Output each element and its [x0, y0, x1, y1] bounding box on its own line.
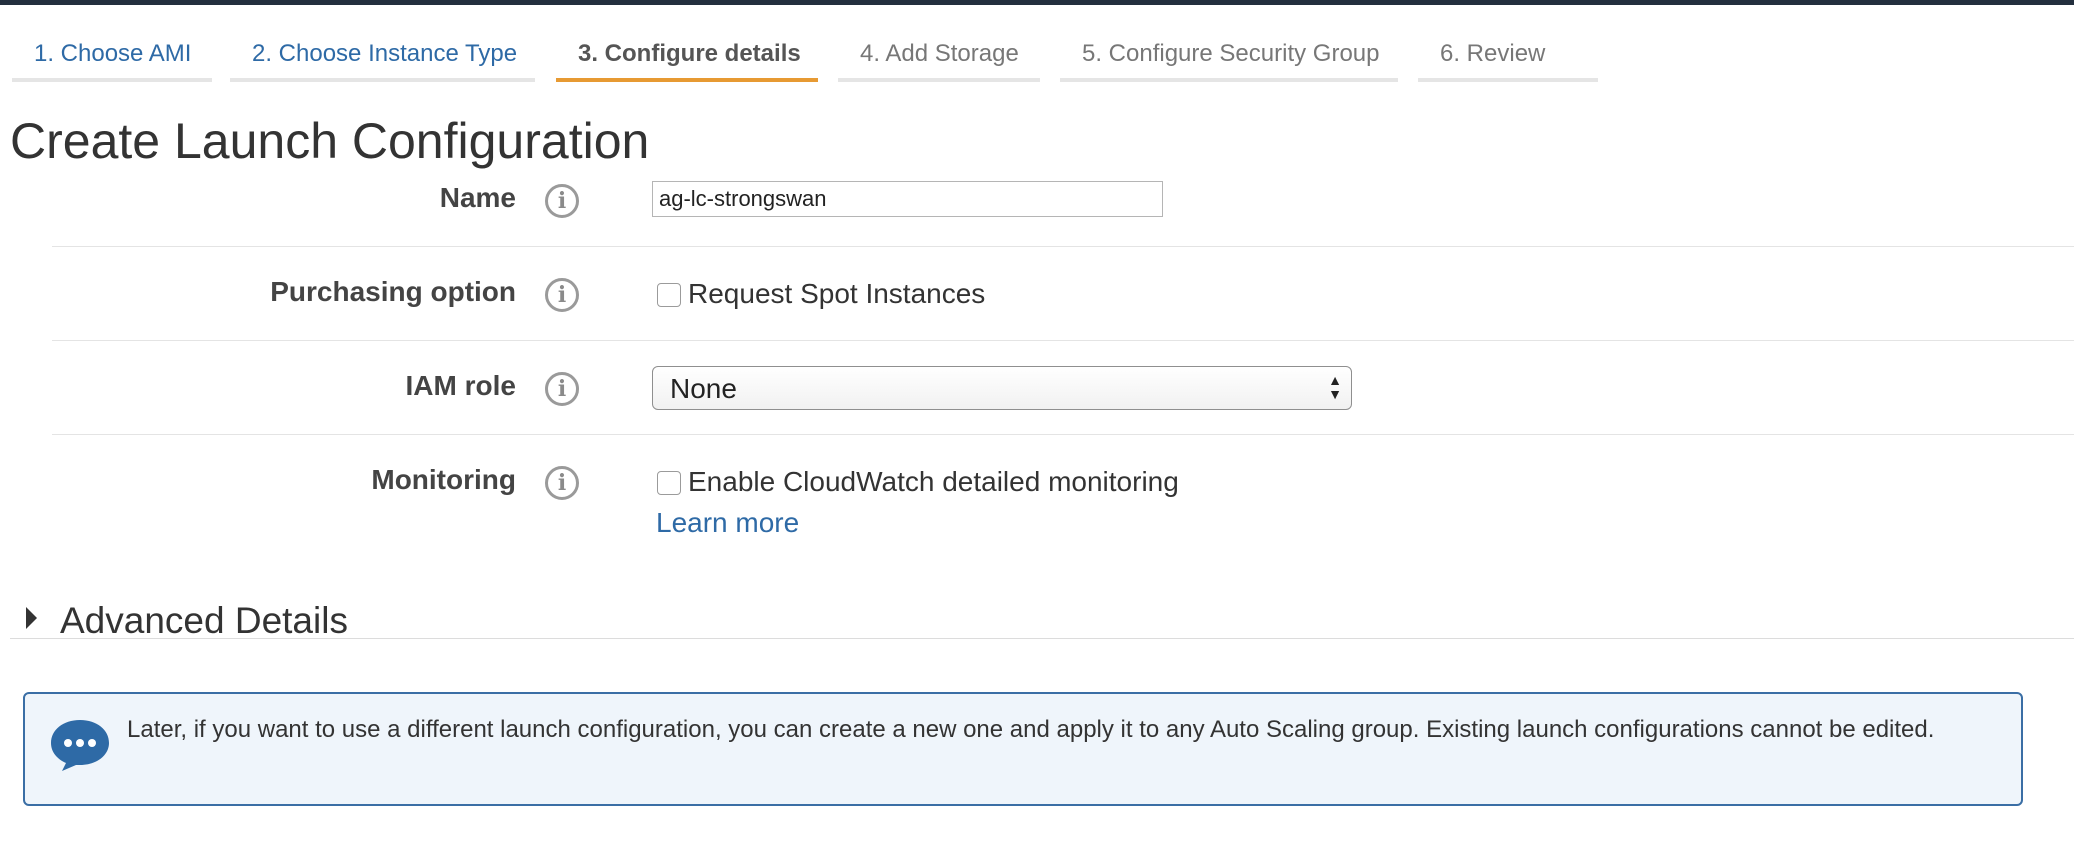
cloudwatch-monitoring-label[interactable]: Enable CloudWatch detailed monitoring: [688, 465, 1179, 499]
wizard-step-label: 4. Add Storage: [860, 40, 1019, 67]
request-spot-instances-checkbox[interactable]: [657, 283, 681, 307]
wizard-step-underline: [12, 78, 212, 82]
caret-right-icon[interactable]: [26, 607, 37, 629]
wizard-step-underline: [1418, 78, 1598, 82]
wizard-step-configure-security-group[interactable]: 5. Configure Security Group: [1060, 36, 1398, 82]
wizard-step-label: 6. Review: [1440, 40, 1546, 67]
info-icon[interactable]: i: [545, 184, 579, 218]
cloudwatch-monitoring-checkbox[interactable]: [657, 471, 681, 495]
wizard-step-underline: [556, 78, 818, 82]
request-spot-instances-label[interactable]: Request Spot Instances: [688, 277, 985, 311]
advanced-details-toggle[interactable]: Advanced Details: [60, 600, 348, 642]
info-icon[interactable]: i: [545, 466, 579, 500]
row-divider: [52, 340, 2074, 341]
info-notice: Later, if you want to use a different la…: [23, 692, 2023, 806]
notice-text: Later, if you want to use a different la…: [127, 716, 1935, 743]
wizard-step-choose-instance-type[interactable]: 2. Choose Instance Type: [230, 36, 535, 82]
monitoring-label: Monitoring: [371, 464, 516, 495]
top-nav-strip: [0, 0, 2074, 5]
info-icon[interactable]: i: [545, 278, 579, 312]
row-divider: [52, 246, 2074, 247]
purchasing-option-label: Purchasing option: [270, 276, 516, 307]
wizard-step-label: 3. Configure details: [578, 40, 801, 67]
speech-bubble-icon: [51, 720, 109, 771]
wizard-step-add-storage[interactable]: 4. Add Storage: [838, 36, 1040, 82]
name-input[interactable]: [652, 181, 1163, 217]
wizard-step-underline: [230, 78, 535, 82]
wizard-step-underline: [838, 78, 1040, 82]
wizard-step-label: 1. Choose AMI: [34, 40, 192, 67]
wizard-step-configure-details[interactable]: 3. Configure details: [556, 36, 818, 82]
iam-role-selected-value: None: [670, 373, 737, 404]
iam-role-select[interactable]: None ▲ ▼: [652, 366, 1352, 410]
wizard-step-choose-ami[interactable]: 1. Choose AMI: [12, 36, 212, 82]
page-title: Create Launch Configuration: [10, 113, 650, 169]
wizard-step-underline: [1060, 78, 1398, 82]
info-icon[interactable]: i: [545, 372, 579, 406]
select-arrows-icon: ▲ ▼: [1328, 372, 1342, 402]
wizard-step-label: 2. Choose Instance Type: [252, 40, 518, 67]
wizard-step-label: 5. Configure Security Group: [1082, 40, 1380, 67]
section-divider: [10, 638, 2074, 639]
row-divider: [52, 434, 2074, 435]
wizard-step-review[interactable]: 6. Review: [1418, 36, 1598, 82]
learn-more-link[interactable]: Learn more: [656, 506, 799, 540]
name-label: Name: [439, 182, 516, 213]
iam-role-label: IAM role: [405, 370, 516, 401]
